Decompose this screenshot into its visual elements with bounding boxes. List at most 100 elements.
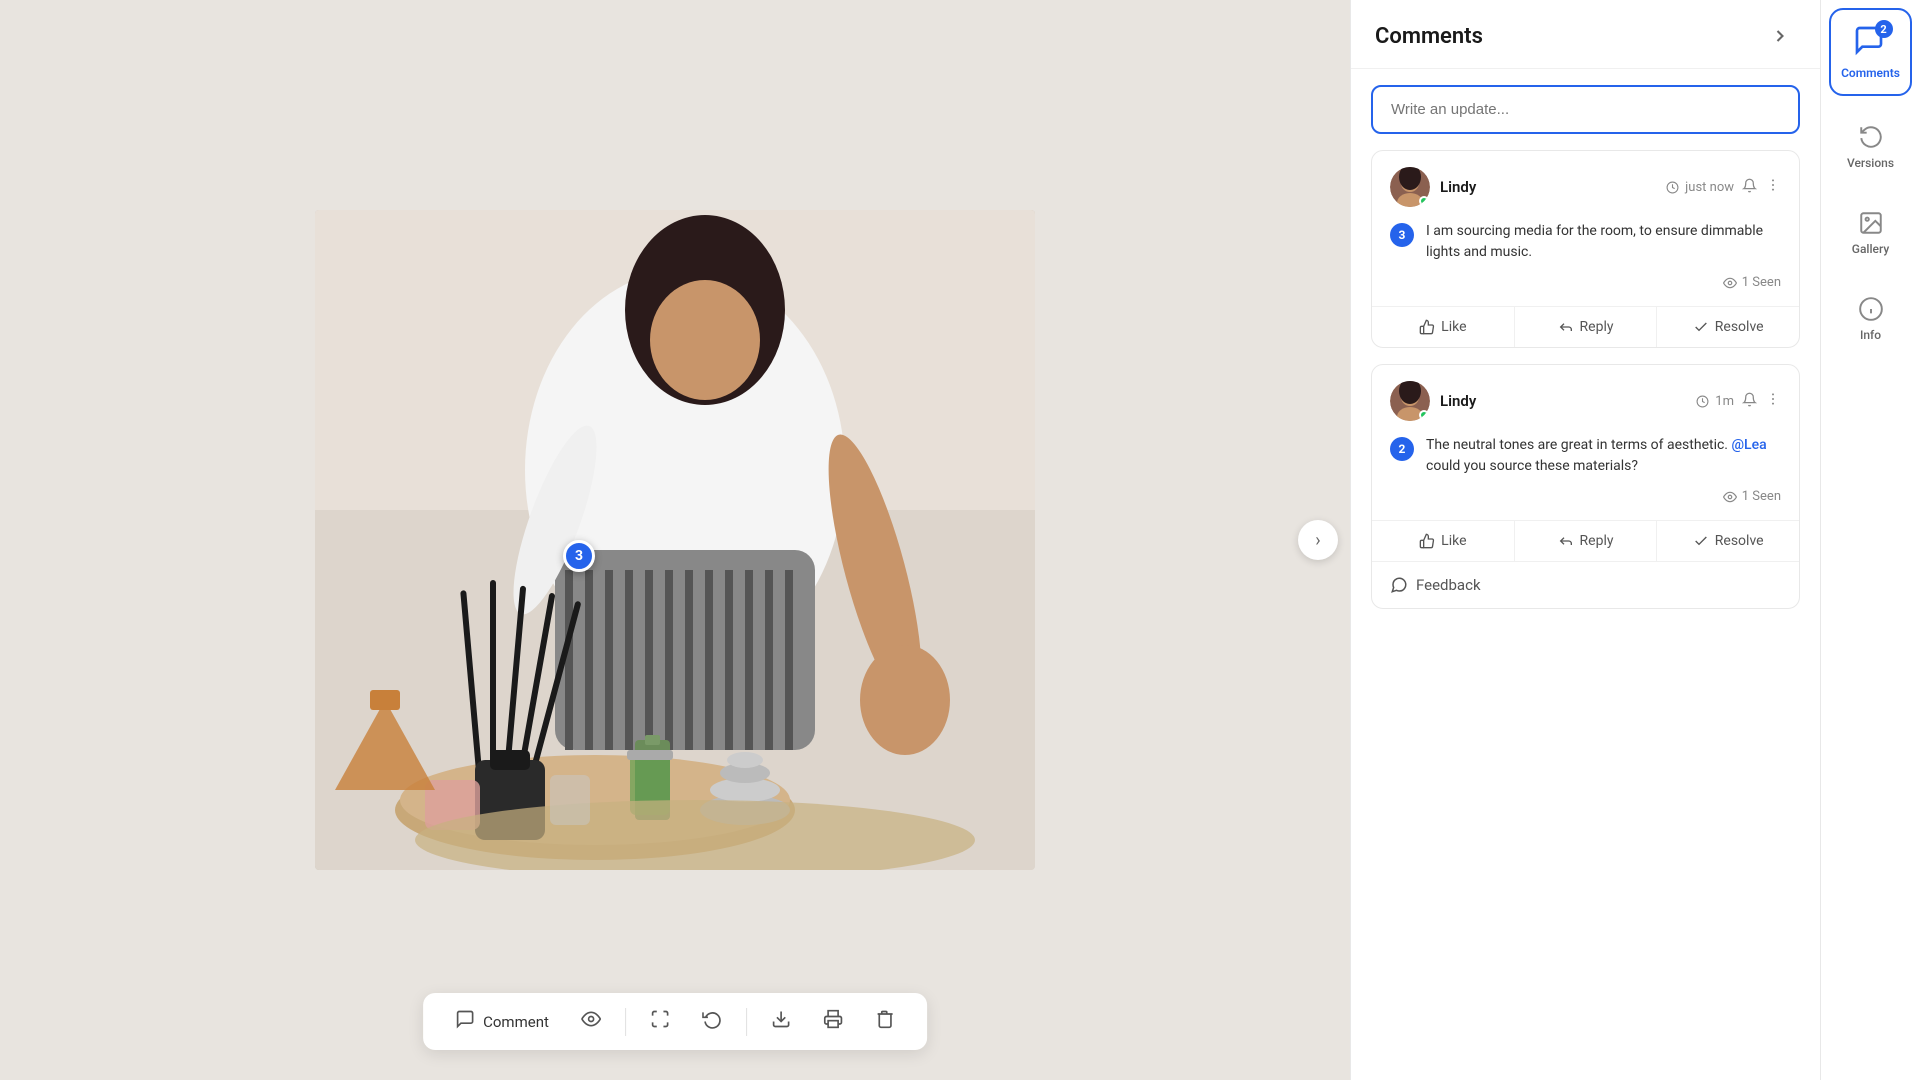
user-name-1: Lindy <box>1440 178 1476 196</box>
online-indicator-2 <box>1419 410 1429 420</box>
feedback-label: Feedback <box>1416 576 1481 594</box>
trash-icon <box>875 1009 895 1034</box>
visibility-button[interactable] <box>573 1005 609 1038</box>
seen-row-2: 1 Seen <box>1390 489 1781 504</box>
sidebar-comments-label: Comments <box>1841 66 1900 80</box>
feedback-button[interactable]: Feedback <box>1372 561 1799 608</box>
comments-body: Lindy just now <box>1351 69 1820 1080</box>
like-icon-2 <box>1419 533 1435 549</box>
sidebar-comments-button[interactable]: 2 Comments <box>1829 8 1912 96</box>
sidebar-versions-label: Versions <box>1847 156 1894 170</box>
info-icon <box>1858 296 1884 322</box>
comment-text-2: The neutral tones are great in terms of … <box>1426 435 1781 477</box>
print-icon <box>823 1009 843 1034</box>
main-image: 3 <box>315 210 1035 870</box>
comments-badge-count: 2 <box>1875 20 1893 38</box>
comment-actions-2: Like Reply Resolve <box>1372 520 1799 561</box>
comment-text-1: I am sourcing media for the room, to ens… <box>1426 221 1781 263</box>
like-button-2[interactable]: Like <box>1372 521 1515 561</box>
avatar-lindy-1 <box>1390 167 1430 207</box>
right-sidebar: 2 Comments Versions Gallery Info <box>1820 0 1920 1080</box>
comment-meta-2: 1m <box>1696 391 1781 411</box>
delete-button[interactable] <box>867 1005 903 1038</box>
like-icon-1 <box>1419 319 1435 335</box>
rotate-button[interactable] <box>694 1005 730 1038</box>
reply-button-1[interactable]: Reply <box>1515 307 1658 347</box>
rotate-icon <box>702 1009 722 1034</box>
annotation-bubble-3[interactable]: 3 <box>563 540 595 572</box>
comment-meta-1: just now <box>1666 177 1781 197</box>
comment-badge-2: 2 <box>1390 437 1414 461</box>
seen-count-1: 1 Seen <box>1742 275 1781 290</box>
like-label-2: Like <box>1441 533 1466 549</box>
versions-icon <box>1858 124 1884 150</box>
expand-icon <box>650 1009 670 1034</box>
resolve-label-1: Resolve <box>1715 319 1764 335</box>
comment-badge-1: 3 <box>1390 223 1414 247</box>
comment-header-1: Lindy just now <box>1390 167 1781 207</box>
avatar-lindy-2 <box>1390 381 1430 421</box>
comment-time-2: 1m <box>1696 394 1734 409</box>
comment-body-1: 3 I am sourcing media for the room, to e… <box>1390 221 1781 263</box>
image-area: 3 › Comment <box>0 0 1350 1080</box>
comment-header-2: Lindy 1m <box>1390 381 1781 421</box>
print-button[interactable] <box>815 1005 851 1038</box>
comments-header: Comments <box>1351 0 1820 69</box>
sidebar-gallery-label: Gallery <box>1852 242 1889 256</box>
comment-mention-2[interactable]: @Lea <box>1731 437 1766 453</box>
more-icon-1[interactable] <box>1765 177 1781 197</box>
bell-icon-1[interactable] <box>1742 178 1757 197</box>
comment-icon <box>455 1009 475 1034</box>
comment-button[interactable]: Comment <box>447 1005 557 1038</box>
sidebar-item-info[interactable]: Info <box>1821 276 1920 362</box>
comments-badge-icon: 2 <box>1853 24 1889 60</box>
image-toolbar: Comment <box>423 993 927 1050</box>
toolbar-divider-1 <box>625 1008 626 1036</box>
like-label-1: Like <box>1441 319 1466 335</box>
comments-close-button[interactable] <box>1764 20 1796 52</box>
comment-body-2: 2 The neutral tones are great in terms o… <box>1390 435 1781 477</box>
resolve-icon-1 <box>1693 319 1709 335</box>
download-icon <box>771 1009 791 1034</box>
online-indicator-1 <box>1419 196 1429 206</box>
sidebar-item-gallery[interactable]: Gallery <box>1821 190 1920 276</box>
clock-icon-1 <box>1666 181 1679 194</box>
reply-button-2[interactable]: Reply <box>1515 521 1658 561</box>
write-update-input[interactable] <box>1371 85 1800 134</box>
nav-arrow-right[interactable]: › <box>1298 520 1338 560</box>
reply-icon-1 <box>1558 319 1574 335</box>
comment-actions-1: Like Reply Resolve <box>1372 306 1799 347</box>
comments-title: Comments <box>1375 24 1483 49</box>
like-button-1[interactable]: Like <box>1372 307 1515 347</box>
resolve-button-2[interactable]: Resolve <box>1657 521 1799 561</box>
comment-card-1: Lindy just now <box>1371 150 1800 348</box>
user-name-2: Lindy <box>1440 392 1476 410</box>
resolve-icon-2 <box>1693 533 1709 549</box>
comment-label: Comment <box>483 1013 549 1031</box>
sidebar-comments-wrapper: 2 Comments <box>1821 0 1920 104</box>
seen-count-2: 1 Seen <box>1742 489 1781 504</box>
download-button[interactable] <box>763 1005 799 1038</box>
more-icon-2[interactable] <box>1765 391 1781 411</box>
sidebar-info-label: Info <box>1860 328 1881 342</box>
resolve-button-1[interactable]: Resolve <box>1657 307 1799 347</box>
comment-text-after-2: could you source these materials? <box>1426 458 1638 474</box>
reply-label-2: Reply <box>1580 533 1614 549</box>
sidebar-item-versions[interactable]: Versions <box>1821 104 1920 190</box>
clock-icon-2 <box>1696 395 1709 408</box>
comment-text-before-2: The neutral tones are great in terms of … <box>1426 437 1731 453</box>
seen-row-1: 1 Seen <box>1390 275 1781 290</box>
expand-button[interactable] <box>642 1005 678 1038</box>
eye-seen-icon-2 <box>1723 490 1737 504</box>
reply-icon-2 <box>1558 533 1574 549</box>
feedback-icon <box>1390 576 1408 594</box>
comment-content-1: Lindy just now <box>1372 151 1799 306</box>
comments-panel: Comments <box>1350 0 1820 1080</box>
toolbar-divider-2 <box>746 1008 747 1036</box>
bell-icon-2[interactable] <box>1742 392 1757 411</box>
gallery-icon <box>1858 210 1884 236</box>
comment-time-1: just now <box>1666 180 1734 195</box>
time-text-2: 1m <box>1715 394 1734 409</box>
resolve-label-2: Resolve <box>1715 533 1764 549</box>
comment-content-2: Lindy 1m <box>1372 365 1799 520</box>
